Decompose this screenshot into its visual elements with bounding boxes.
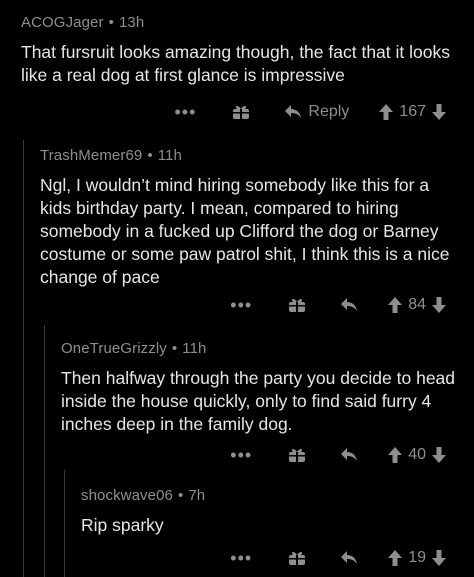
reply-button[interactable] <box>340 550 358 566</box>
comment-actions: ••• 19 <box>230 544 446 572</box>
comment-acogjager: ACOGJager • 13h That fursruit looks amazin… <box>21 14 461 87</box>
upvote-arrow-icon[interactable] <box>379 104 394 120</box>
username[interactable]: TrashMemer69 <box>40 147 142 164</box>
thread-line-level-1 <box>23 140 24 577</box>
timestamp: 11h <box>182 340 207 357</box>
upvote-arrow-icon[interactable] <box>388 550 403 566</box>
vote-score: 19 <box>408 549 426 566</box>
vote-score: 40 <box>408 446 426 463</box>
gift-award-icon[interactable] <box>288 297 306 313</box>
gift-award-icon[interactable] <box>232 104 250 120</box>
thread-line-level-2 <box>44 325 45 577</box>
vote-score: 167 <box>399 103 426 120</box>
comment-trashmemer69: TrashMemer69 • 11h Ngl, I wouldn’t mind hi… <box>40 147 460 289</box>
comment-meta: shockwave06 • 7h <box>81 487 461 504</box>
username[interactable]: ACOGJager <box>21 14 104 31</box>
gift-award-icon[interactable] <box>288 447 306 463</box>
username[interactable]: shockwave06 <box>81 487 173 504</box>
reply-button[interactable]: Reply <box>284 103 349 121</box>
reply-arrow-icon <box>340 447 358 463</box>
more-options-icon[interactable]: ••• <box>174 103 196 121</box>
timestamp: 7h <box>188 487 206 504</box>
reply-arrow-icon <box>340 550 358 566</box>
gift-award-icon[interactable] <box>288 550 306 566</box>
downvote-arrow-icon[interactable] <box>432 104 446 120</box>
reply-arrow-icon <box>284 104 302 120</box>
downvote-arrow-icon[interactable] <box>432 447 446 463</box>
comment-body: Then halfway through the party you decid… <box>61 368 456 434</box>
reply-button[interactable] <box>340 297 358 313</box>
comment-meta: TrashMemer69 • 11h <box>40 147 460 164</box>
comment-meta: OneTrueGrizzly • 11h <box>61 340 461 357</box>
more-options-icon[interactable]: ••• <box>230 296 252 314</box>
comment-body: That fursruit looks amazing though, the … <box>21 42 450 85</box>
downvote-arrow-icon[interactable] <box>432 297 446 313</box>
separator-dot: • <box>171 340 178 357</box>
downvote-arrow-icon[interactable] <box>432 550 446 566</box>
upvote-arrow-icon[interactable] <box>388 447 403 463</box>
comment-actions: ••• 84 <box>230 291 446 319</box>
more-options-icon[interactable]: ••• <box>230 549 252 567</box>
username[interactable]: OneTrueGrizzly <box>61 340 167 357</box>
reply-button[interactable] <box>340 447 358 463</box>
separator-dot: • <box>178 487 184 504</box>
comment-actions: ••• Reply 167 <box>174 98 446 126</box>
upvote-arrow-icon[interactable] <box>388 297 403 313</box>
separator-dot: • <box>147 147 153 164</box>
timestamp: 11h <box>157 147 182 164</box>
comment-body: Rip sparky <box>81 515 164 535</box>
comment-onetruegrizzly: OneTrueGrizzly • 11h Then halfway through … <box>61 340 461 436</box>
comment-meta: ACOGJager • 13h <box>21 14 461 31</box>
reply-arrow-icon <box>340 297 358 313</box>
thread-line-level-3 <box>64 470 65 577</box>
comment-shockwave06: shockwave06 • 7h Rip sparky <box>81 487 461 537</box>
reply-label: Reply <box>308 103 350 120</box>
vote-score: 84 <box>408 296 426 313</box>
timestamp: 13h <box>118 14 145 31</box>
comment-actions: ••• 40 <box>230 441 446 469</box>
more-options-icon[interactable]: ••• <box>230 446 252 464</box>
separator-dot: • <box>108 14 114 31</box>
comment-body: Ngl, I wouldn’t mind hiring somebody lik… <box>40 175 450 287</box>
